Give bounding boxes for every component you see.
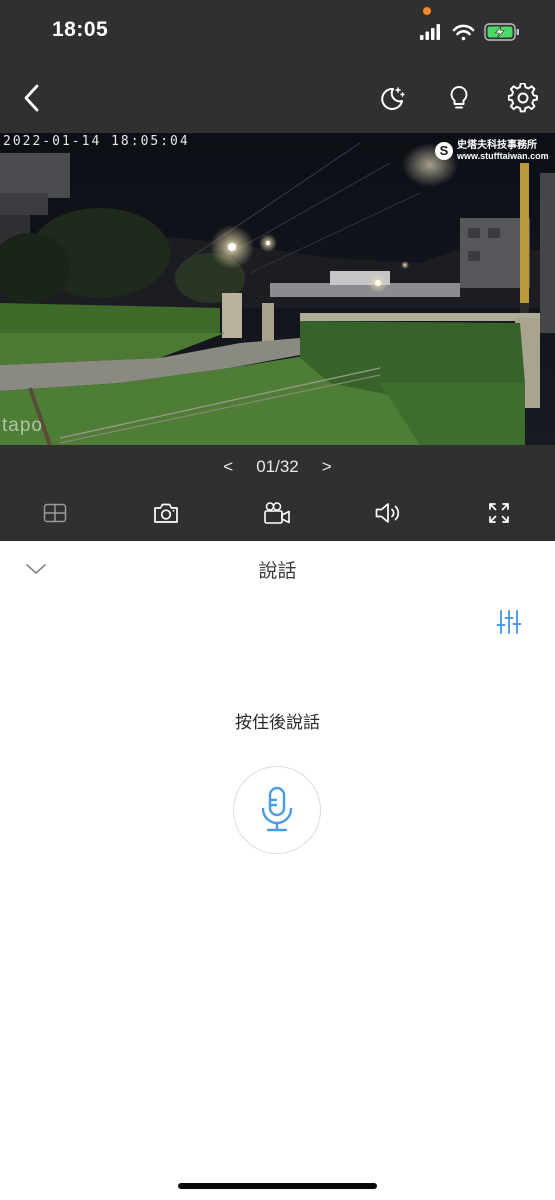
back-icon [24, 84, 39, 112]
talk-hint: 按住後說話 [235, 713, 320, 732]
status-icons [420, 20, 540, 44]
voice-settings-button[interactable] [492, 606, 526, 638]
privacy-indicator [423, 7, 431, 15]
push-to-talk-button[interactable] [233, 766, 321, 854]
record-button[interactable] [257, 495, 297, 531]
back-button[interactable] [12, 78, 52, 118]
equalizer-icon [496, 610, 522, 634]
prev-camera-button[interactable]: < [220, 457, 236, 477]
video-timestamp: 2022-01-14 18:05:04 [3, 134, 190, 149]
camera-pager: < 01/32 > [0, 455, 555, 479]
home-indicator [178, 1183, 377, 1189]
night-scene-image [0, 133, 555, 445]
wifi-icon [452, 24, 475, 41]
camera-video-feed[interactable]: 2022-01-14 18:05:04 S 史塔夫科技事務所 www.stuff… [0, 133, 555, 445]
volume-button[interactable] [368, 495, 408, 531]
fullscreen-button[interactable] [479, 495, 519, 531]
watermark-name: 史塔夫科技事務所 [457, 140, 537, 151]
camera-icon [154, 503, 178, 523]
watermark-logo: S [435, 141, 453, 160]
grid-view-icon [43, 503, 67, 523]
camera-toolbar [0, 495, 555, 531]
next-camera-button[interactable]: > [319, 457, 335, 477]
signal-icon [420, 24, 440, 40]
settings-button[interactable] [505, 80, 541, 116]
snapshot-button[interactable] [146, 495, 186, 531]
settings-icon [508, 83, 538, 113]
fullscreen-icon [489, 503, 509, 523]
camera-page-label: 01/32 [256, 457, 299, 476]
speaker-icon [375, 503, 400, 523]
status-time: 18:05 [52, 18, 109, 41]
light-bulb-icon [450, 86, 468, 109]
battery-charging-icon [484, 23, 519, 41]
brand-logo: tapo [2, 415, 43, 436]
grid-view-button[interactable] [35, 495, 75, 531]
spotlight-button[interactable] [441, 80, 477, 116]
video-record-icon [264, 502, 290, 524]
night-mode-button[interactable] [374, 80, 410, 116]
watermark: S 史塔夫科技事務所 www.stufftaiwan.com [435, 140, 549, 161]
night-mode-icon [381, 87, 405, 110]
watermark-url: www.stufftaiwan.com [457, 150, 549, 161]
microphone-icon [261, 786, 293, 832]
panel-title: 說話 [258, 561, 297, 582]
